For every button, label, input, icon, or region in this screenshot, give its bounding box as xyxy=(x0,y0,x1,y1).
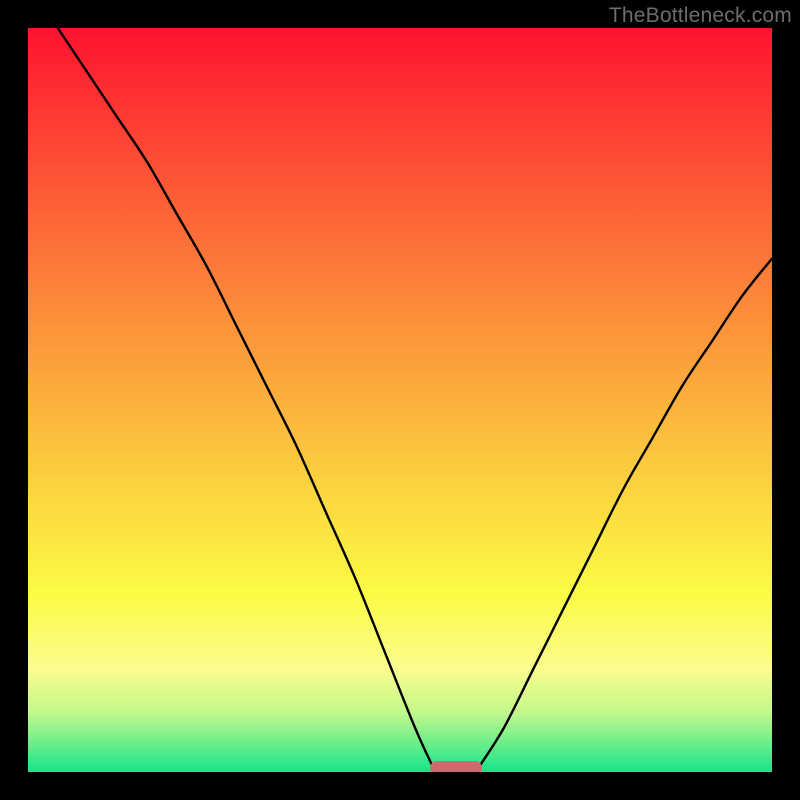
watermark-text: TheBottleneck.com xyxy=(609,4,792,28)
optimum-marker xyxy=(430,761,482,772)
chart-frame: TheBottleneck.com xyxy=(0,0,800,800)
curve-right-branch xyxy=(478,259,772,769)
curve-left-branch xyxy=(58,28,434,768)
plot-area xyxy=(28,28,772,772)
bottleneck-curve xyxy=(28,28,772,772)
